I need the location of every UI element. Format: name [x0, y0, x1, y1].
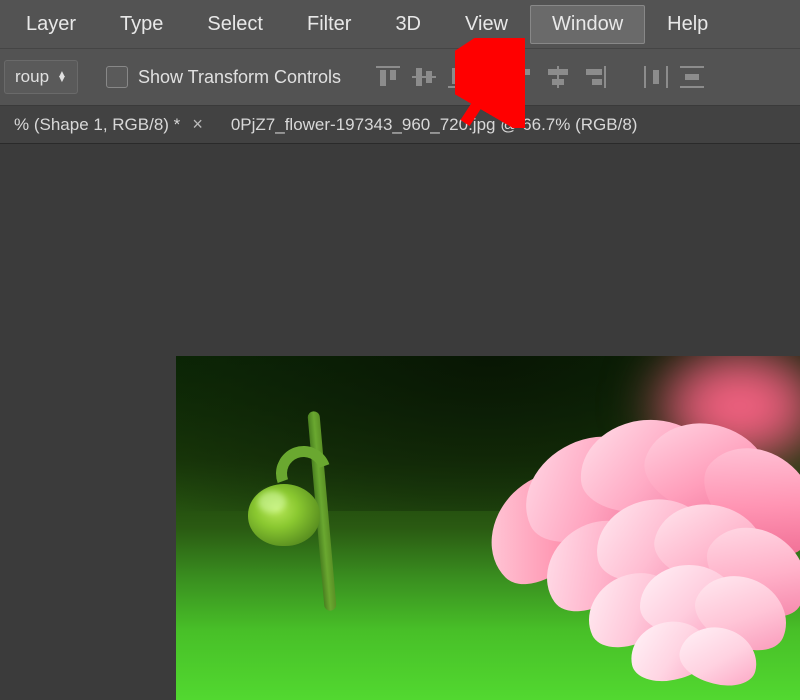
menu-item-view[interactable]: View	[443, 5, 530, 44]
menu-item-layer[interactable]: Layer	[4, 5, 98, 44]
stepper-arrows-icon: ▲▼	[57, 72, 67, 82]
document-tab-2[interactable]: 0PjZ7_flower-197343_960_720.jpg @ 66.7% …	[217, 107, 652, 143]
document-tab-1[interactable]: % (Shape 1, RGB/8) * ×	[0, 106, 217, 143]
align-group-2	[507, 63, 609, 91]
checkbox-label: Show Transform Controls	[138, 67, 341, 88]
align-left-icon[interactable]	[507, 63, 537, 91]
distribute-group	[641, 63, 707, 91]
options-bar: roup ▲▼ Show Transform Controls	[0, 48, 800, 106]
align-group-1	[373, 63, 475, 91]
menu-item-select[interactable]: Select	[185, 5, 285, 44]
align-bottom-icon[interactable]	[445, 63, 475, 91]
align-hcenter-icon[interactable]	[543, 63, 573, 91]
align-top-icon[interactable]	[373, 63, 403, 91]
close-icon[interactable]: ×	[192, 114, 203, 135]
menu-item-type[interactable]: Type	[98, 5, 185, 44]
align-right-icon[interactable]	[579, 63, 609, 91]
menu-item-window[interactable]: Window	[530, 5, 645, 44]
align-vcenter-icon[interactable]	[409, 63, 439, 91]
distribute-v-icon[interactable]	[677, 63, 707, 91]
tab-title: % (Shape 1, RGB/8) *	[14, 115, 180, 135]
menu-bar: Layer Type Select Filter 3D View Window …	[0, 0, 800, 48]
canvas-workspace[interactable]	[0, 144, 800, 700]
show-transform-checkbox[interactable]	[106, 66, 128, 88]
layer-group-dropdown[interactable]: roup ▲▼	[4, 60, 78, 94]
dropdown-value: roup	[15, 67, 49, 87]
tab-title: 0PjZ7_flower-197343_960_720.jpg @ 66.7% …	[231, 115, 638, 135]
menu-item-filter[interactable]: Filter	[285, 5, 373, 44]
document-canvas[interactable]	[176, 356, 800, 700]
document-tabs: % (Shape 1, RGB/8) * × 0PjZ7_flower-1973…	[0, 106, 800, 144]
menu-item-3d[interactable]: 3D	[373, 5, 443, 44]
flower-image	[176, 356, 800, 700]
transform-controls-option: Show Transform Controls	[106, 66, 341, 88]
distribute-h-icon[interactable]	[641, 63, 671, 91]
menu-item-help[interactable]: Help	[645, 5, 730, 44]
